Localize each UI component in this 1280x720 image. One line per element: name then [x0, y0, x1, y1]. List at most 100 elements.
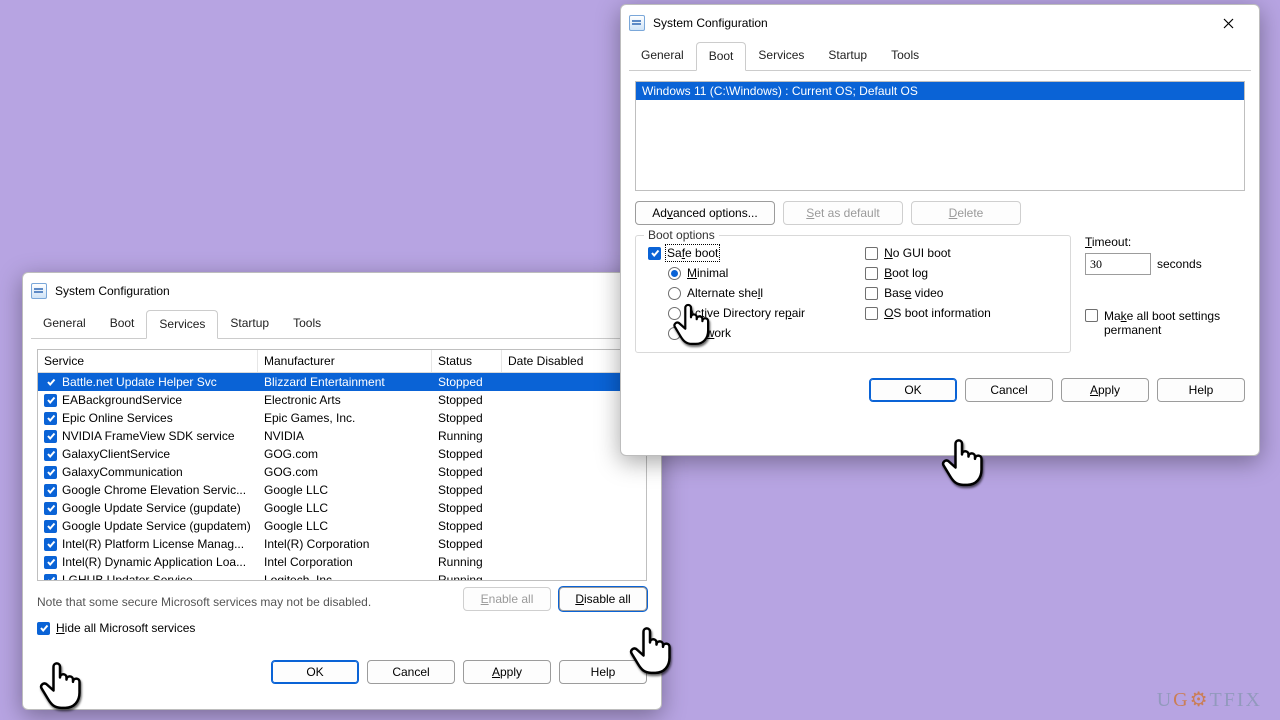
service-name: Intel(R) Dynamic Application Loa... [62, 555, 246, 569]
service-checkbox[interactable] [44, 520, 57, 533]
service-status: Running [432, 573, 502, 581]
titlebar[interactable]: System Configuration [621, 5, 1259, 41]
tab-tools[interactable]: Tools [281, 310, 333, 339]
network-radio[interactable] [668, 327, 681, 340]
delete-button[interactable]: Delete [911, 201, 1021, 225]
ok-button[interactable]: OK [271, 660, 359, 684]
tab-startup[interactable]: Startup [816, 42, 879, 71]
cancel-button[interactable]: Cancel [367, 660, 455, 684]
close-button[interactable] [1207, 8, 1249, 38]
col-status[interactable]: Status [432, 350, 502, 372]
tab-services[interactable]: Services [746, 42, 816, 71]
bootlog-checkbox[interactable] [865, 267, 878, 280]
service-checkbox[interactable] [44, 574, 57, 582]
service-name: NVIDIA FrameView SDK service [62, 429, 235, 443]
tab-startup[interactable]: Startup [218, 310, 281, 339]
tab-general[interactable]: General [629, 42, 696, 71]
apply-button[interactable]: Apply [1061, 378, 1149, 402]
table-row[interactable]: Google Chrome Elevation Servic...Google … [38, 481, 646, 499]
service-name: Google Update Service (gupdatem) [62, 519, 251, 533]
tab-boot[interactable]: Boot [696, 42, 747, 71]
nogui-row[interactable]: No GUI boot [865, 246, 991, 260]
minimal-radio[interactable] [668, 267, 681, 280]
basevideo-checkbox[interactable] [865, 287, 878, 300]
service-checkbox[interactable] [44, 538, 57, 551]
service-manufacturer: Intel(R) Corporation [258, 537, 432, 551]
service-name: Google Update Service (gupdate) [62, 501, 241, 515]
tabs: General Boot Services Startup Tools [31, 309, 653, 339]
ad-repair-radio[interactable] [668, 307, 681, 320]
tab-tools[interactable]: Tools [879, 42, 931, 71]
service-checkbox[interactable] [44, 448, 57, 461]
table-header: Service Manufacturer Status Date Disable… [38, 350, 646, 373]
services-table[interactable]: Service Manufacturer Status Date Disable… [37, 349, 647, 581]
table-row[interactable]: GalaxyClientServiceGOG.comStopped [38, 445, 646, 463]
alt-shell-row[interactable]: Alternate shell [668, 286, 805, 300]
service-manufacturer: GOG.com [258, 447, 432, 461]
osinfo-row[interactable]: OS boot information [865, 306, 991, 320]
table-row[interactable]: Google Update Service (gupdate)Google LL… [38, 499, 646, 517]
ok-button[interactable]: OK [869, 378, 957, 402]
service-name: Epic Online Services [62, 411, 173, 425]
service-checkbox[interactable] [44, 484, 57, 497]
nogui-checkbox[interactable] [865, 247, 878, 260]
table-row[interactable]: Intel(R) Platform License Manag... Intel(… [38, 535, 646, 553]
service-name: GalaxyCommunication [62, 465, 183, 479]
advanced-options-button[interactable]: Advanced options... [635, 201, 775, 225]
col-manufacturer[interactable]: Manufacturer [258, 350, 432, 372]
basevideo-row[interactable]: Base video [865, 286, 991, 300]
table-row[interactable]: NVIDIA FrameView SDK serviceNVIDIARunnin… [38, 427, 646, 445]
table-row[interactable]: Google Update Service (gupdatem)Google L… [38, 517, 646, 535]
permanent-row[interactable]: Make all boot settings permanent [1085, 309, 1245, 337]
hide-ms-row[interactable]: Hide all Microsoft services [37, 621, 647, 635]
alt-shell-radio[interactable] [668, 287, 681, 300]
service-manufacturer: Logitech, Inc. [258, 573, 432, 581]
tab-boot[interactable]: Boot [98, 310, 147, 339]
minimal-label: Minimal [687, 266, 728, 280]
bootlog-row[interactable]: Boot log [865, 266, 991, 280]
network-row[interactable]: Network [668, 326, 805, 340]
help-button[interactable]: Help [1157, 378, 1245, 402]
safe-boot-checkbox[interactable] [648, 247, 661, 260]
service-checkbox[interactable] [44, 556, 57, 569]
tab-general[interactable]: General [31, 310, 98, 339]
table-row[interactable]: Epic Online ServicesEpic Games, Inc.Stop… [38, 409, 646, 427]
service-name: Battle.net Update Helper Svc [62, 375, 217, 389]
os-entry[interactable]: Windows 11 (C:\Windows) : Current OS; De… [636, 82, 1244, 100]
cancel-button[interactable]: Cancel [965, 378, 1053, 402]
network-label: Network [687, 326, 731, 340]
permanent-checkbox[interactable] [1085, 309, 1098, 322]
table-row[interactable]: GalaxyCommunicationGOG.comStopped [38, 463, 646, 481]
help-button[interactable]: Help [559, 660, 647, 684]
service-checkbox[interactable] [44, 412, 57, 425]
ad-repair-label: Active Directory repair [687, 306, 805, 320]
titlebar[interactable]: System Configuration [23, 273, 661, 309]
service-checkbox[interactable] [44, 394, 57, 407]
timeout-input[interactable] [1085, 253, 1151, 275]
enable-all-button[interactable]: Enable all [463, 587, 551, 611]
service-checkbox[interactable] [44, 430, 57, 443]
service-status: Stopped [432, 393, 502, 407]
set-default-button[interactable]: Set as default [783, 201, 903, 225]
service-checkbox[interactable] [44, 502, 57, 515]
ad-repair-row[interactable]: Active Directory repair [668, 306, 805, 320]
table-row[interactable]: LGHUB Updater ServiceLogitech, Inc.Runni… [38, 571, 646, 581]
minimal-row[interactable]: Minimal [668, 266, 805, 280]
table-row[interactable]: Intel(R) Dynamic Application Loa...Intel… [38, 553, 646, 571]
table-row[interactable]: EABackgroundServiceElectronic ArtsStoppe… [38, 391, 646, 409]
hide-ms-label: Hide all Microsoft services [56, 621, 195, 635]
service-checkbox[interactable] [44, 466, 57, 479]
col-service[interactable]: Service [38, 350, 258, 372]
hide-ms-checkbox[interactable] [37, 622, 50, 635]
disable-all-button[interactable]: Disable all [559, 587, 647, 611]
safe-boot-row[interactable]: Safe boot [648, 246, 805, 260]
os-listbox[interactable]: Windows 11 (C:\Windows) : Current OS; De… [635, 81, 1245, 191]
service-status: Stopped [432, 447, 502, 461]
tab-services[interactable]: Services [146, 310, 218, 339]
osinfo-checkbox[interactable] [865, 307, 878, 320]
table-row[interactable]: Battle.net Update Helper SvcBlizzard Ent… [38, 373, 646, 391]
apply-button[interactable]: Apply [463, 660, 551, 684]
service-name: Intel(R) Platform License Manag... [62, 537, 244, 551]
service-checkbox[interactable] [44, 376, 57, 389]
permanent-label: Make all boot settings permanent [1104, 309, 1234, 337]
